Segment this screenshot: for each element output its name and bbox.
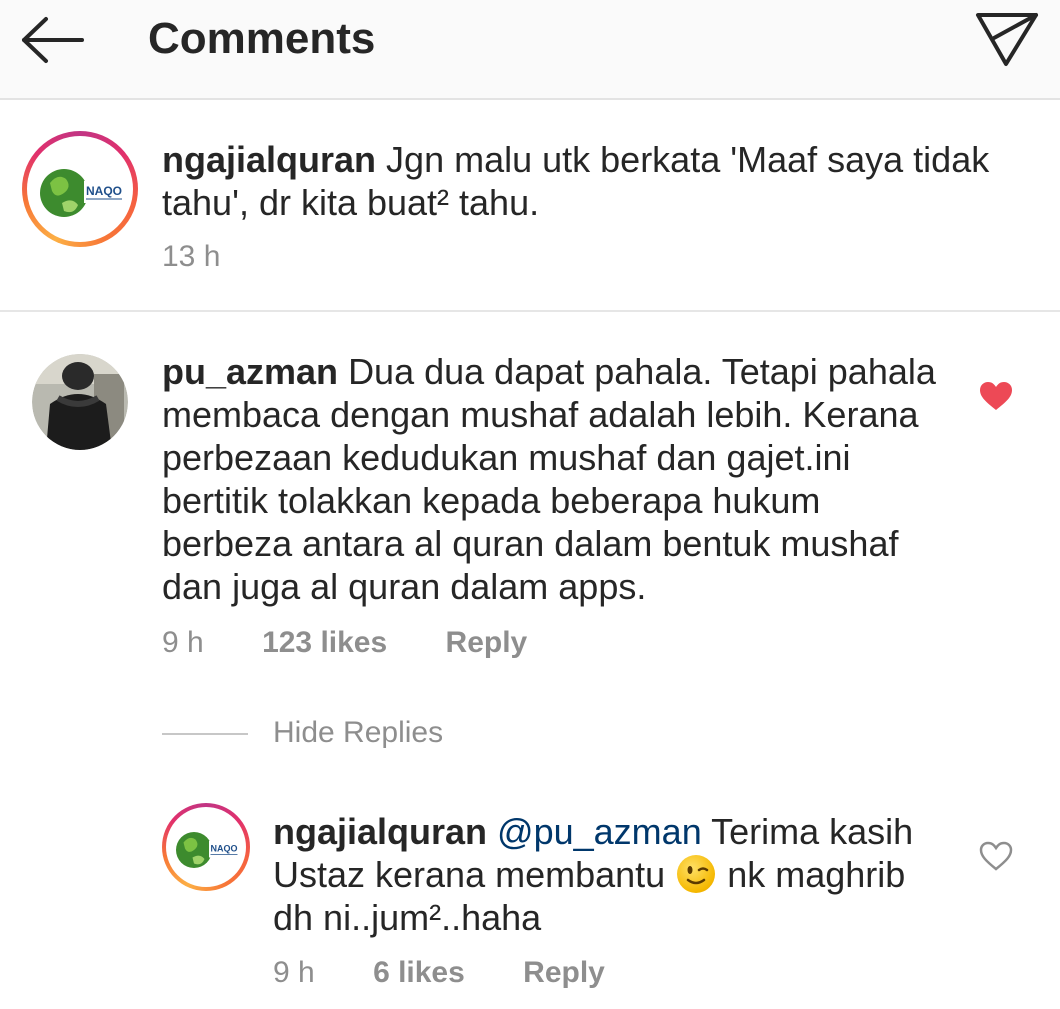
likes-count[interactable]: 123 likes (262, 626, 387, 660)
avatar: NAQO (170, 811, 242, 883)
avatar-story-ring[interactable]: NAQO (162, 803, 250, 891)
heart-outline-icon[interactable] (978, 840, 1014, 872)
back-button[interactable] (18, 14, 86, 66)
comment-meta: 9 h 123 likes Reply (162, 626, 577, 660)
reply-button[interactable]: Reply (446, 626, 528, 660)
logo-text: NAQO (211, 844, 238, 854)
caption-item: NAQO ngajialquran Jgn malu utk berkata '… (0, 100, 1060, 312)
avatar-story-ring[interactable]: NAQO (22, 131, 138, 247)
heart-filled-icon[interactable] (978, 380, 1014, 412)
arrow-left-icon (22, 17, 84, 63)
comment-username[interactable]: pu_azman (162, 351, 338, 392)
logo-text: NAQO (86, 184, 122, 198)
avatar[interactable] (32, 354, 128, 450)
caption-time: 13 h (162, 240, 221, 273)
reply-mention[interactable]: @pu_azman (497, 811, 702, 852)
reply-username[interactable]: ngajialquran (273, 811, 487, 852)
comment-text: pu_azman Dua dua dapat pahala. Tetapi pa… (162, 350, 947, 608)
reply-time: 9 h (273, 956, 315, 989)
share-button[interactable] (972, 8, 1040, 68)
reply-meta: 9 h 6 likes Reply (273, 956, 655, 990)
winking-face-emoji (677, 855, 716, 893)
reply-text: ngajialquran @pu_azman Terima kasih Usta… (273, 810, 933, 939)
paper-plane-icon (976, 13, 1038, 66)
top-bar: Comments (0, 0, 1060, 100)
caption-meta: 13 h (162, 240, 270, 274)
reply-button[interactable]: Reply (523, 956, 605, 990)
likes-count[interactable]: 6 likes (373, 956, 465, 990)
comment-time: 9 h (162, 626, 204, 659)
divider (162, 733, 248, 735)
caption-text: ngajialquran Jgn malu utk berkata 'Maaf … (162, 138, 1002, 224)
avatar: NAQO (32, 141, 128, 237)
caption-username[interactable]: ngajialquran (162, 139, 376, 180)
page-title: Comments (148, 14, 376, 63)
hide-replies-button[interactable]: Hide Replies (273, 716, 443, 750)
